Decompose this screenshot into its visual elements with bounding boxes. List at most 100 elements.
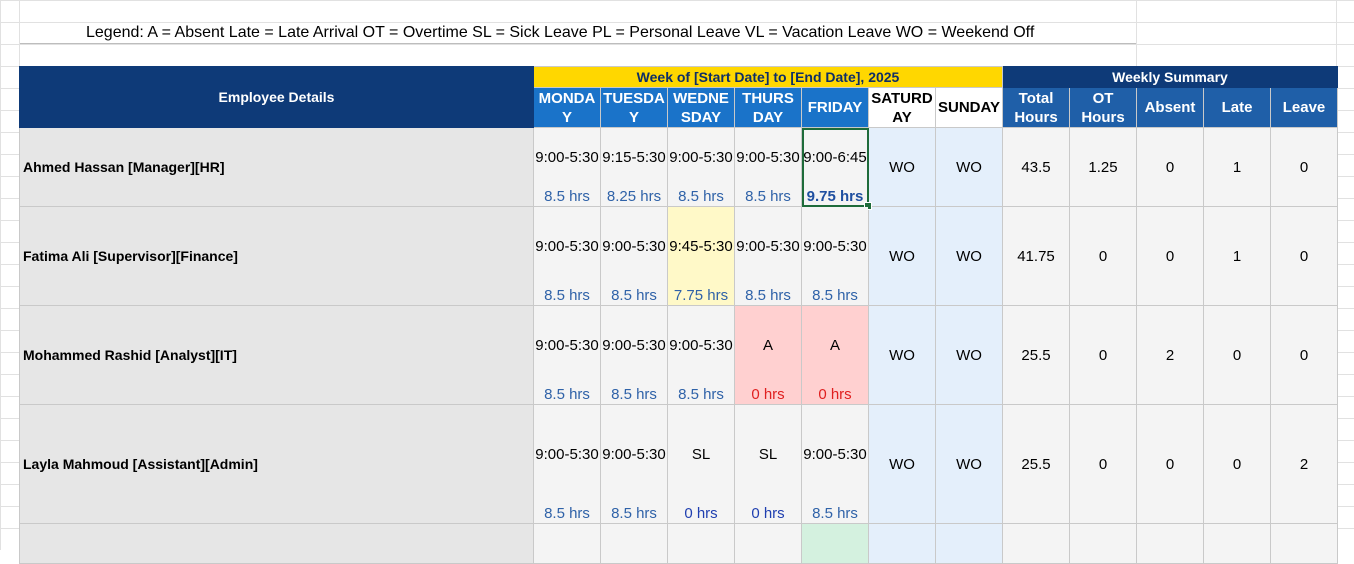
time-range-text: 9:00-5:30 <box>803 238 867 255</box>
employee-name-cell[interactable]: Ahmed Hassan [Manager][HR] <box>19 127 534 207</box>
summary-cell[interactable]: 25.5 <box>1002 404 1070 524</box>
summary-cell[interactable]: 0 <box>1136 404 1204 524</box>
summary-cell[interactable]: 0 <box>1069 206 1137 306</box>
day-cell[interactable]: A 0 hrs <box>801 305 869 405</box>
weekend-cell[interactable] <box>868 523 936 564</box>
hours-text: 8.5 hrs <box>678 188 724 205</box>
weekend-cell[interactable]: WO <box>868 404 936 524</box>
summary-cell[interactable]: 0 <box>1136 127 1204 207</box>
summary-cell[interactable]: 2 <box>1270 404 1338 524</box>
day-cell[interactable]: 9:00-5:30 8.5 hrs <box>600 404 668 524</box>
day-cell[interactable] <box>600 523 668 564</box>
weekend-cell[interactable]: WO <box>935 305 1003 405</box>
weekend-cell[interactable]: WO <box>868 305 936 405</box>
summary-cell[interactable]: 0 <box>1069 305 1137 405</box>
header-leave[interactable]: Leave <box>1270 87 1338 128</box>
summary-cell[interactable]: 1.25 <box>1069 127 1137 207</box>
day-cell[interactable]: SL 0 hrs <box>734 404 802 524</box>
day-cell[interactable]: 9:00-6:45 9.75 hrs <box>801 127 872 210</box>
header-monday[interactable]: MONDA Y <box>533 87 601 128</box>
hours-text: 8.5 hrs <box>544 505 590 522</box>
day-cell[interactable]: 9:00-5:30 8.5 hrs <box>533 305 601 405</box>
time-range-text: 9:00-5:30 <box>669 149 733 166</box>
header-late[interactable]: Late <box>1203 87 1271 128</box>
hours-text: 8.5 hrs <box>812 287 858 304</box>
day-cell[interactable]: 9:15-5:30 8.25 hrs <box>600 127 668 207</box>
day-cell[interactable]: 9:00-5:30 8.5 hrs <box>801 404 869 524</box>
weekend-cell[interactable]: WO <box>935 206 1003 306</box>
summary-cell[interactable] <box>1069 523 1137 564</box>
summary-cell[interactable]: 0 <box>1203 305 1271 405</box>
header-saturday[interactable]: SATURD AY <box>868 87 936 128</box>
summary-cell[interactable]: 2 <box>1136 305 1204 405</box>
day-cell[interactable] <box>533 523 601 564</box>
header-sunday[interactable]: SUNDAY <box>935 87 1003 128</box>
summary-cell[interactable]: 43.5 <box>1002 127 1070 207</box>
header-weekly-summary[interactable]: Weekly Summary <box>1002 66 1338 88</box>
day-cell[interactable] <box>801 523 869 564</box>
header-absent[interactable]: Absent <box>1136 87 1204 128</box>
day-cell[interactable]: 9:00-5:30 8.5 hrs <box>533 127 601 207</box>
day-cell[interactable]: 9:00-5:30 8.5 hrs <box>734 127 802 207</box>
header-friday[interactable]: FRIDAY <box>801 87 869 128</box>
day-cell[interactable] <box>667 523 735 564</box>
day-cell[interactable] <box>734 523 802 564</box>
header-wednesday[interactable]: WEDNE SDAY <box>667 87 735 128</box>
weekend-cell[interactable]: WO <box>935 127 1003 207</box>
day-cell[interactable]: 9:45-5:30 7.75 hrs <box>667 206 735 306</box>
weekend-cell[interactable]: WO <box>935 404 1003 524</box>
weekend-cell[interactable] <box>935 523 1003 564</box>
summary-cell[interactable]: 1 <box>1203 127 1271 207</box>
summary-cell[interactable]: 25.5 <box>1002 305 1070 405</box>
header-thursday[interactable]: THURS DAY <box>734 87 802 128</box>
employee-name-cell[interactable]: Mohammed Rashid [Analyst][IT] <box>19 305 534 405</box>
time-range-text: 9:00-5:30 <box>669 337 733 354</box>
time-range-text: 9:00-5:30 <box>535 446 599 463</box>
summary-cell[interactable] <box>1136 523 1204 564</box>
summary-cell[interactable] <box>1203 523 1271 564</box>
day-cell[interactable]: 9:00-5:30 8.5 hrs <box>600 305 668 405</box>
day-cell[interactable]: 9:00-5:30 8.5 hrs <box>801 206 869 306</box>
day-cell[interactable]: 9:00-5:30 8.5 hrs <box>533 404 601 524</box>
day-cell[interactable]: SL 0 hrs <box>667 404 735 524</box>
header-tuesday[interactable]: TUESDA Y <box>600 87 668 128</box>
header-ot-hours[interactable]: OT Hours <box>1069 87 1137 128</box>
summary-cell[interactable]: 1 <box>1203 206 1271 306</box>
hours-text: 0 hrs <box>751 505 785 522</box>
day-cell[interactable]: 9:00-5:30 8.5 hrs <box>734 206 802 306</box>
legend-text[interactable]: Legend: A = Absent Late = Late Arrival O… <box>86 22 1034 43</box>
hours-text: 8.5 hrs <box>611 287 657 304</box>
summary-cell[interactable]: 41.75 <box>1002 206 1070 306</box>
hours-text: 8.5 hrs <box>745 287 791 304</box>
summary-cell[interactable] <box>1270 523 1338 564</box>
header-employee-details[interactable]: Employee Details <box>19 66 534 128</box>
time-range-text: 9:00-5:30 <box>736 238 800 255</box>
day-cell[interactable]: 9:00-5:30 8.5 hrs <box>533 206 601 306</box>
summary-cell[interactable] <box>1002 523 1070 564</box>
day-cell[interactable]: 9:00-5:30 8.5 hrs <box>667 127 735 207</box>
summary-cell[interactable]: 0 <box>1270 206 1338 306</box>
hours-text: 8.5 hrs <box>544 188 590 205</box>
column-gridline <box>1136 0 1137 66</box>
employee-name-cell[interactable] <box>19 523 534 564</box>
summary-cell[interactable]: 0 <box>1270 127 1338 207</box>
weekend-cell[interactable]: WO <box>868 206 936 306</box>
hours-text: 0 hrs <box>818 386 852 403</box>
header-week-range[interactable]: Week of [Start Date] to [End Date], 2025 <box>533 66 1003 88</box>
column-gridline <box>1336 0 1337 66</box>
summary-cell[interactable]: 0 <box>1136 206 1204 306</box>
summary-cell[interactable]: 0 <box>1069 404 1137 524</box>
summary-cell[interactable]: 0 <box>1203 404 1271 524</box>
hours-text: 8.5 hrs <box>812 505 858 522</box>
day-cell[interactable]: 9:00-5:30 8.5 hrs <box>667 305 735 405</box>
employee-name-cell[interactable]: Layla Mahmoud [Assistant][Admin] <box>19 404 534 524</box>
employee-name-cell[interactable]: Fatima Ali [Supervisor][Finance] <box>19 206 534 306</box>
weekend-cell[interactable]: WO <box>868 127 936 207</box>
time-range-text: 9:00-5:30 <box>736 149 800 166</box>
attendance-table: Employee Details Week of [Start Date] to… <box>19 66 1338 564</box>
header-total-hours[interactable]: Total Hours <box>1002 87 1070 128</box>
hours-text: 7.75 hrs <box>673 287 729 304</box>
day-cell[interactable]: A 0 hrs <box>734 305 802 405</box>
summary-cell[interactable]: 0 <box>1270 305 1338 405</box>
day-cell[interactable]: 9:00-5:30 8.5 hrs <box>600 206 668 306</box>
